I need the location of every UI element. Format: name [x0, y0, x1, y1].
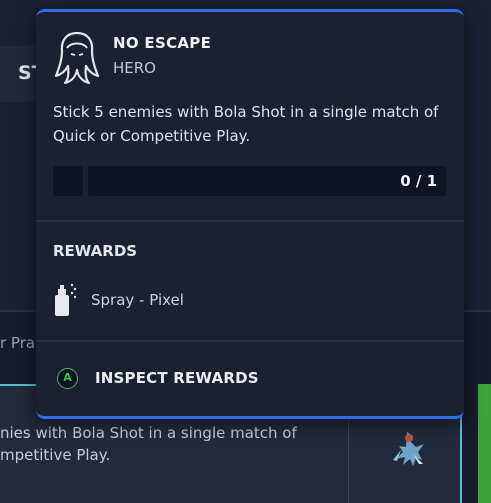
- screen: ST r Pra nies with Bola Shot in a single…: [0, 0, 491, 503]
- challenge-tooltip: NO ESCAPE HERO Stick 5 enemies with Bola…: [36, 9, 464, 419]
- reward-item-label: Spray - Pixel: [91, 291, 184, 309]
- challenge-category: HERO: [113, 59, 156, 77]
- rewards-heading: REWARDS: [53, 242, 138, 260]
- spray-can-icon: [55, 283, 77, 316]
- challenge-title: NO ESCAPE: [113, 34, 212, 52]
- background-green-card-edge: [478, 384, 491, 503]
- progress-text: 0 / 1: [400, 172, 437, 190]
- progress-bar: 0 / 1: [88, 166, 446, 196]
- hero-portrait-icon: [54, 31, 100, 84]
- background-card-separator: [348, 410, 349, 503]
- inspect-rewards-button[interactable]: A INSPECT REWARDS: [50, 364, 310, 394]
- inspect-rewards-label: INSPECT REWARDS: [95, 369, 259, 387]
- hero-figure-icon: [393, 432, 424, 466]
- background-cut-text: r Pra: [0, 334, 36, 352]
- challenge-description: Stick 5 enemies with Bola Shot in a sing…: [53, 103, 439, 145]
- section-divider: [36, 220, 464, 222]
- background-card-description: nies with Bola Shot in a single match of…: [0, 424, 297, 464]
- gamepad-a-button-icon: A: [57, 368, 78, 389]
- progress-bar-cap: [53, 166, 83, 196]
- section-divider: [36, 340, 464, 342]
